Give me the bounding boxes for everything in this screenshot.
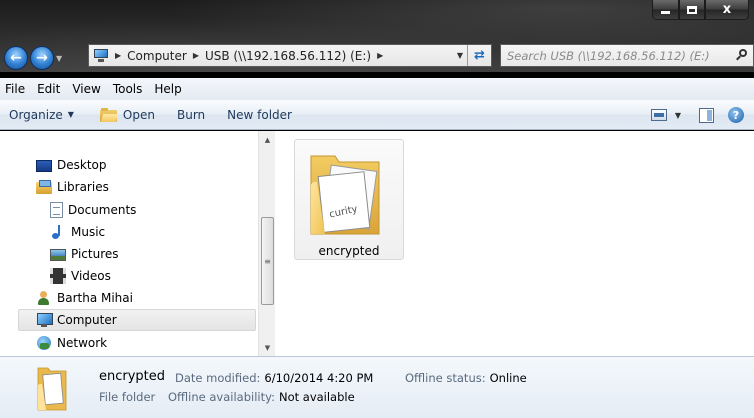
offline-availability-label: Offline availability: [168,390,275,404]
organize-label: Organize [9,107,63,122]
date-modified-value: 6/10/2014 4:20 PM [264,371,374,385]
change-view-icon[interactable] [650,109,667,121]
search-input[interactable]: Search USB (\\192.168.56.112) (E:) [500,44,754,67]
forward-arrow-icon: → [36,50,48,66]
user-icon [36,290,52,306]
navigation-pane: Desktop Libraries Documents Music Pictur… [0,131,258,356]
nav-item-desktop[interactable]: Desktop [36,154,107,176]
music-icon [50,224,66,240]
menu-bar: File Edit View Tools Help [0,78,754,100]
open-button[interactable]: Open [92,103,163,127]
close-button[interactable]: x [705,0,749,20]
network-icon [36,335,52,351]
libraries-icon [36,179,52,195]
forward-button[interactable]: → [30,46,54,70]
close-icon: x [722,2,732,17]
new-folder-label: New folder [227,107,292,122]
offline-status-value: Online [489,371,527,385]
breadcrumb-separator-icon[interactable]: ▶ [193,51,199,60]
folder-item[interactable]: curity encrypted [294,139,404,260]
videos-icon [50,268,66,284]
menu-help[interactable]: Help [148,82,187,96]
folder-name: encrypted [318,244,380,258]
file-list: curity encrypted [275,131,754,356]
refresh-icon: ⇄ [474,48,485,63]
help-icon[interactable]: ? [728,107,744,123]
selected-item-type: File folder [99,390,156,404]
maximize-button[interactable] [679,0,705,20]
computer-icon [93,49,109,62]
toolbar-right-group: ▼ ? [650,100,754,130]
offline-availability-row: Offline availability: Not available [168,390,355,404]
scroll-thumb[interactable]: ≡ [261,217,274,305]
open-folder-icon [99,107,118,122]
navigation-scrollbar[interactable]: ▲ ≡ ▼ [258,131,275,356]
nav-item-pictures[interactable]: Pictures [50,243,119,265]
menu-view[interactable]: View [66,82,106,96]
computer-icon [36,312,53,328]
offline-status-row: Offline status: Online [405,371,527,385]
menu-tools[interactable]: Tools [107,82,149,96]
folder-icon [37,367,67,411]
offline-availability-value: Not available [278,390,355,404]
desktop-icon [36,160,52,172]
minimize-icon [661,11,670,14]
burn-label: Burn [176,107,206,122]
minimize-button[interactable] [652,0,679,20]
nav-item-label: Network [57,336,108,350]
nav-item-label: Computer [57,313,117,327]
nav-item-label: Bartha Mihai [57,291,133,305]
address-history-dropdown-icon[interactable]: ▼ [457,51,463,60]
burn-button[interactable]: Burn [169,103,213,127]
nav-item-music[interactable]: Music [50,221,105,243]
selected-item-name: encrypted [99,369,166,384]
nav-item-network[interactable]: Network [36,332,107,354]
nav-item-videos[interactable]: Videos [50,265,111,287]
view-options-chevron-icon[interactable]: ▼ [675,111,681,120]
nav-item-label: Videos [71,269,111,283]
recent-pages-dropdown-icon[interactable]: ▼ [56,54,62,63]
breadcrumb-separator-icon[interactable]: ▶ [377,51,383,60]
chevron-down-icon: ▼ [67,110,74,119]
folder-icon: curity [310,155,380,235]
open-label: Open [122,107,155,122]
breadcrumb-separator-icon[interactable]: ▶ [115,51,121,60]
command-toolbar: Organize ▼ Open Burn New folder ▼ ? [0,100,754,130]
navigation-buttons: ← → ▼ [4,44,65,72]
new-folder-button[interactable]: New folder [219,103,300,127]
preview-pane-icon[interactable] [699,107,714,123]
date-modified-label: Date modified: [175,371,261,385]
refresh-button[interactable]: ⇄ [467,45,491,66]
window-controls: x [652,0,749,22]
nav-item-user[interactable]: Bartha Mihai [36,287,133,309]
documents-icon [50,202,63,218]
nav-item-label: Music [71,225,106,239]
pictures-icon [50,249,66,261]
breadcrumb-computer[interactable]: Computer [127,49,187,63]
scroll-up-icon[interactable]: ▲ [259,131,276,148]
nav-item-documents[interactable]: Documents [50,199,136,221]
nav-item-computer[interactable]: Computer [18,309,256,331]
details-pane: encrypted File folder Date modified: 6/1… [0,356,754,418]
back-arrow-icon: ← [10,50,22,66]
search-icon[interactable] [735,48,749,62]
nav-item-label: Desktop [57,158,107,172]
nav-item-label: Documents [68,203,137,217]
nav-item-libraries[interactable]: Libraries [36,176,109,198]
maximize-icon [687,5,697,14]
nav-item-label: Pictures [71,247,119,261]
menu-file[interactable]: File [0,82,31,96]
back-button[interactable]: ← [4,46,28,70]
breadcrumb-usb-drive[interactable]: USB (\\192.168.56.112) (E:) [205,49,371,63]
offline-status-label: Offline status: [405,371,486,385]
date-modified-row: Date modified: 6/10/2014 4:20 PM [175,371,373,385]
nav-item-label: Libraries [57,180,109,194]
scroll-down-icon[interactable]: ▼ [259,339,276,356]
organize-button[interactable]: Organize ▼ [1,103,82,127]
search-placeholder: Search USB (\\192.168.56.112) (E:) [507,48,710,63]
title-bar: x ← → ▼ ▶ Computer ▶ USB (\\192.168.56.1… [0,0,754,72]
address-bar[interactable]: ▶ Computer ▶ USB (\\192.168.56.112) (E:)… [88,44,492,67]
menu-edit[interactable]: Edit [31,82,66,96]
